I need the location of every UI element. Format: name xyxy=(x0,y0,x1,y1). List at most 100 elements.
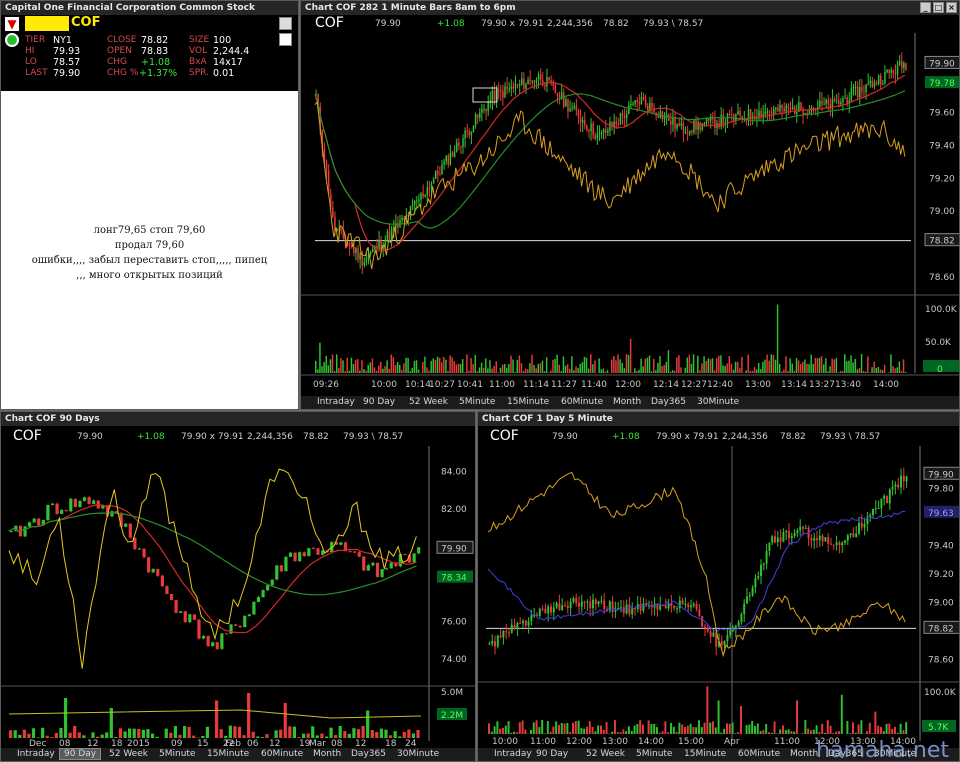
volume-bar xyxy=(100,734,104,738)
volume-bar xyxy=(848,360,850,373)
tab-15minute[interactable]: 15Minute xyxy=(507,397,549,407)
candle xyxy=(128,523,132,538)
candle xyxy=(270,579,274,586)
tab-intraday[interactable]: Intraday xyxy=(317,397,355,407)
candle xyxy=(673,605,676,609)
x-tick-label: 11:14 xyxy=(523,380,549,390)
volume-bar xyxy=(451,357,453,373)
volume-bar xyxy=(415,360,418,373)
volume-bar xyxy=(715,357,718,373)
tab-5minute[interactable]: 5Minute xyxy=(159,749,195,759)
volume-bar xyxy=(628,726,630,734)
volume-bar xyxy=(877,725,880,734)
candle xyxy=(544,608,547,614)
candle xyxy=(657,115,659,118)
volume-bar xyxy=(782,725,784,734)
candle xyxy=(863,524,866,528)
tab-90-day[interactable]: 90 Day xyxy=(363,397,395,407)
volume-bar xyxy=(673,370,676,373)
candle xyxy=(548,77,550,81)
chart3-canvas[interactable]: 79.90 79.80 79.63 79.40 79.20 79.00 78.82 78.60… xyxy=(478,446,959,749)
tab-52-week[interactable]: 52 Week xyxy=(109,749,148,759)
candle xyxy=(699,122,701,131)
chart2-canvas[interactable]: 84.0082.0079.9078.3476.0074.005.0M2.2MDe… xyxy=(1,446,475,749)
candle xyxy=(586,601,589,603)
volume-bar xyxy=(688,354,691,373)
candle xyxy=(311,548,316,550)
chart-symbol: COF xyxy=(315,15,344,31)
volume-bar xyxy=(615,360,617,373)
candle xyxy=(483,109,485,111)
tab-intraday[interactable]: Intraday xyxy=(17,749,55,759)
candle xyxy=(680,123,683,126)
notes-panel[interactable]: лонг79,65 стоп 79,60 продал 79,60 ошибки… xyxy=(1,91,298,409)
tab-30minute[interactable]: 30Minute xyxy=(697,397,739,407)
tab-60minute[interactable]: 60Minute xyxy=(561,397,603,407)
volume-bar xyxy=(757,362,760,373)
volume-bar xyxy=(506,367,508,373)
tab-60minute[interactable]: 60Minute xyxy=(261,749,303,759)
chart3-window: Chart COF 1 Day 5 Minute COF 79.90 +1.08… xyxy=(477,411,960,762)
tab-day365[interactable]: Day365 xyxy=(651,397,686,407)
candle xyxy=(830,543,832,545)
x-tick-label: 10:00 xyxy=(371,380,397,390)
tab-90-day[interactable]: 90 Day xyxy=(536,749,568,759)
volume-bar xyxy=(535,720,538,734)
volume-bar xyxy=(496,721,499,734)
volume-bar xyxy=(825,358,827,373)
tab-intraday[interactable]: Intraday xyxy=(494,749,532,759)
tab-90-day[interactable]: 90 Day xyxy=(59,748,102,760)
candle xyxy=(521,78,523,85)
volume-bar xyxy=(301,733,306,738)
volume-bar xyxy=(375,370,378,373)
volume-bar xyxy=(740,706,742,734)
close-icon[interactable]: × xyxy=(946,2,957,13)
blank-box[interactable] xyxy=(279,33,292,46)
candle xyxy=(787,105,790,108)
volume-bar xyxy=(571,356,573,373)
window-controls: _ □ × xyxy=(920,2,957,13)
tab-15minute[interactable]: 15Minute xyxy=(207,749,249,759)
volume-bar xyxy=(846,720,849,734)
volume-tick-label: 5.0M xyxy=(441,688,463,698)
volume-bar xyxy=(497,372,500,373)
tab-month[interactable]: Month xyxy=(790,749,818,759)
volume-bar xyxy=(745,725,748,734)
maximize-icon[interactable]: □ xyxy=(933,2,944,13)
tab-30minute[interactable]: 30Minute xyxy=(397,749,439,759)
candle xyxy=(676,123,678,129)
link-icon[interactable] xyxy=(5,33,19,47)
volume-bar xyxy=(726,363,728,373)
volume-bar xyxy=(590,354,592,373)
tab-5minute[interactable]: 5Minute xyxy=(636,749,672,759)
volume-bar xyxy=(169,732,173,738)
candle xyxy=(569,601,572,609)
volume-bar xyxy=(900,370,903,373)
hi-lo: 79.93 \ 78.57 xyxy=(820,432,881,442)
volume-bar xyxy=(575,366,577,373)
tab-60minute[interactable]: 60Minute xyxy=(738,749,780,759)
chart-icon[interactable] xyxy=(279,17,292,30)
candle xyxy=(858,522,860,534)
volume-bar xyxy=(762,361,764,373)
candle xyxy=(628,604,631,615)
symbol-input[interactable] xyxy=(25,16,69,31)
candle xyxy=(340,229,342,231)
volume-bar xyxy=(854,359,856,373)
tab-52-week[interactable]: 52 Week xyxy=(586,749,625,759)
tab-month[interactable]: Month xyxy=(613,397,641,407)
volume-bar xyxy=(476,371,479,373)
tab-15minute[interactable]: 15Minute xyxy=(684,749,726,759)
candle xyxy=(810,538,813,541)
volume-bar xyxy=(684,727,686,734)
chart1-canvas[interactable]: 79.90 79.78 79.60 79.40 79.20 79.00 78.82 78.60… xyxy=(301,33,959,397)
tab-day365[interactable]: Day365 xyxy=(351,749,386,759)
volume-bar xyxy=(579,363,581,373)
tab-52-week[interactable]: 52 Week xyxy=(409,397,448,407)
volume-bar xyxy=(802,362,804,373)
candle xyxy=(636,100,638,103)
minimize-icon[interactable]: _ xyxy=(920,2,931,13)
tab-5minute[interactable]: 5Minute xyxy=(459,397,495,407)
candle xyxy=(243,616,247,628)
tab-month[interactable]: Month xyxy=(313,749,341,759)
